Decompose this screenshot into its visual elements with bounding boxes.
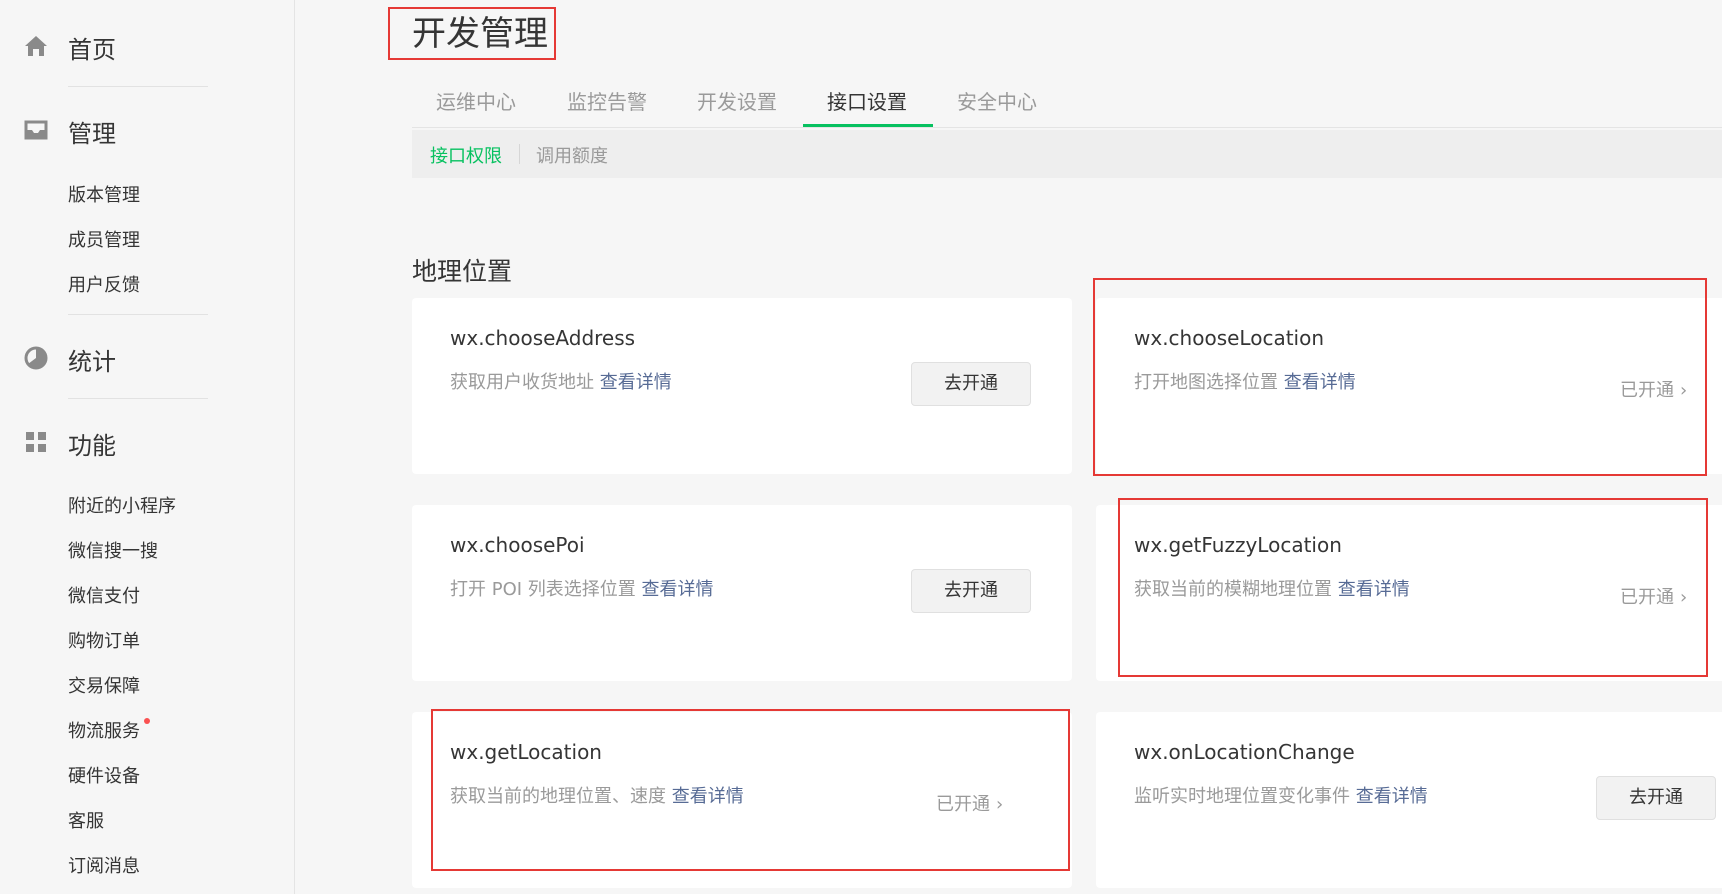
nav-manage[interactable]: 管理 — [0, 98, 295, 162]
divider — [68, 86, 208, 87]
sidebar: 首页 管理 版本管理 成员管理 用户反馈 统计 功能 附近的小程序 微信搜一搜 … — [0, 0, 295, 894]
view-details-link[interactable]: 查看详情 — [642, 579, 714, 600]
api-name: wx.onLocationChange — [1134, 740, 1355, 764]
view-details-link[interactable]: 查看详情 — [1356, 786, 1428, 807]
api-description-text: 获取用户收货地址 — [450, 372, 594, 393]
home-icon — [25, 36, 47, 56]
sidebar-item-feedback[interactable]: 用户反馈 — [68, 271, 140, 297]
divider — [519, 144, 520, 164]
section-title: 地理位置 — [412, 257, 513, 286]
tab-bar: 运维中心 监控告警 开发设置 接口设置 安全中心 — [412, 78, 1722, 128]
sidebar-item-logistics[interactable]: 物流服务 — [68, 717, 140, 743]
sidebar-item-pay[interactable]: 微信支付 — [68, 582, 140, 608]
sidebar-item-subscribe[interactable]: 订阅消息 — [68, 852, 140, 878]
api-card-choose-poi: wx.choosePoi 打开 POI 列表选择位置 查看详情 去开通 — [412, 505, 1072, 681]
divider — [68, 314, 208, 315]
highlight-box — [431, 709, 1070, 871]
notification-dot — [144, 718, 150, 724]
active-tab-indicator — [803, 124, 933, 127]
api-description: 监听实时地理位置变化事件 查看详情 — [1134, 782, 1428, 808]
inbox-icon — [24, 120, 48, 140]
enable-button[interactable]: 去开通 — [1596, 776, 1716, 820]
sidebar-item-version[interactable]: 版本管理 — [68, 181, 140, 207]
api-description: 获取用户收货地址 查看详情 — [450, 368, 672, 394]
api-card-choose-address: wx.chooseAddress 获取用户收货地址 查看详情 去开通 — [412, 298, 1072, 474]
enable-button[interactable]: 去开通 — [911, 362, 1031, 406]
pie-chart-icon — [24, 346, 48, 370]
api-description-text: 打开 POI 列表选择位置 — [450, 579, 636, 600]
sidebar-item-nearby[interactable]: 附近的小程序 — [68, 492, 176, 518]
nav-features-label: 功能 — [68, 432, 116, 460]
highlight-box — [388, 7, 556, 60]
tab-dev-settings[interactable]: 开发设置 — [697, 86, 777, 115]
tab-ops[interactable]: 运维中心 — [436, 86, 516, 115]
sidebar-item-members[interactable]: 成员管理 — [68, 226, 140, 252]
sidebar-item-orders[interactable]: 购物订单 — [68, 627, 140, 653]
highlight-box — [1093, 278, 1707, 476]
tab-security[interactable]: 安全中心 — [957, 86, 1037, 115]
api-description-text: 监听实时地理位置变化事件 — [1134, 786, 1350, 807]
sidebar-item-search[interactable]: 微信搜一搜 — [68, 537, 158, 563]
api-card-on-location-change: wx.onLocationChange 监听实时地理位置变化事件 查看详情 去开… — [1096, 712, 1722, 888]
api-name: wx.choosePoi — [450, 533, 585, 557]
grid-icon — [26, 432, 46, 452]
subtab-permissions[interactable]: 接口权限 — [430, 142, 502, 168]
api-description: 打开 POI 列表选择位置 查看详情 — [450, 575, 714, 601]
subtab-bar: 接口权限 调用额度 — [412, 130, 1722, 178]
nav-home-label: 首页 — [68, 36, 116, 64]
nav-features[interactable]: 功能 — [0, 410, 295, 474]
nav-home[interactable]: 首页 — [0, 14, 295, 78]
api-name: wx.chooseAddress — [450, 326, 636, 350]
nav-stats[interactable]: 统计 — [0, 326, 295, 390]
nav-stats-label: 统计 — [68, 348, 116, 376]
sidebar-item-service[interactable]: 客服 — [68, 807, 104, 833]
tab-monitor[interactable]: 监控告警 — [567, 86, 647, 115]
sidebar-item-guarantee[interactable]: 交易保障 — [68, 672, 140, 698]
divider — [68, 398, 208, 399]
subtab-quota[interactable]: 调用额度 — [536, 142, 608, 168]
view-details-link[interactable]: 查看详情 — [600, 372, 672, 393]
nav-manage-label: 管理 — [68, 120, 116, 148]
sidebar-item-hardware[interactable]: 硬件设备 — [68, 762, 140, 788]
tab-api-settings[interactable]: 接口设置 — [827, 86, 907, 115]
highlight-box — [1118, 498, 1708, 677]
enable-button[interactable]: 去开通 — [911, 569, 1031, 613]
